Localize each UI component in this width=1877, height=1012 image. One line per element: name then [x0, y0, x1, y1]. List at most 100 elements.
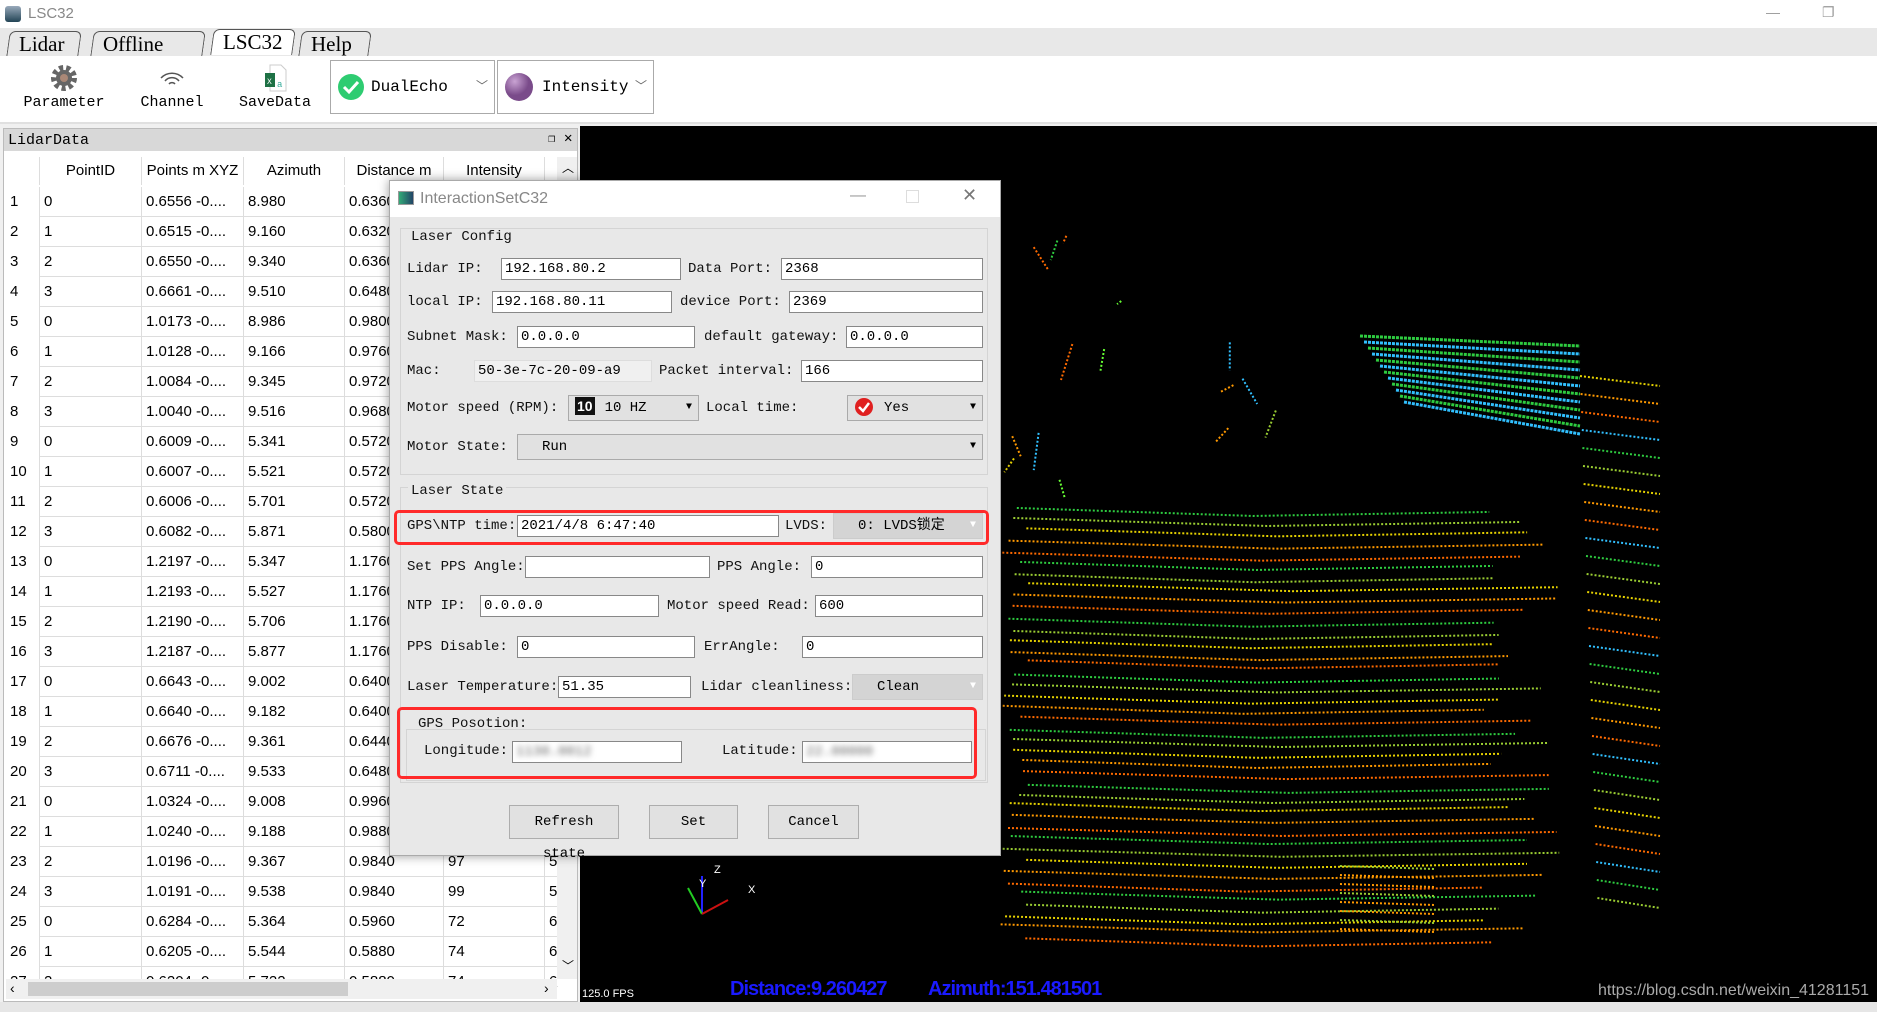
table-cell: 1.2193 -0....: [142, 577, 244, 607]
motor-state-select[interactable]: Run ▼: [517, 434, 983, 460]
scan-line: [1220, 384, 1234, 393]
distance-readout: Distance:9.260427: [730, 978, 887, 1000]
scan-line: [1022, 770, 1549, 781]
row-number: 3: [6, 247, 40, 277]
column-header[interactable]: PointID: [40, 157, 142, 185]
lidar-ip-field[interactable]: 192.168.80.2: [501, 258, 681, 280]
scan-line: [1590, 699, 1661, 711]
scrollbar-thumb[interactable]: [28, 982, 348, 996]
parameter-button[interactable]: Parameter: [14, 62, 114, 111]
packet-interval-field[interactable]: 166: [801, 360, 983, 382]
toolbar: Parameter Channel Xa SaveData DualEcho ﹀…: [0, 56, 1877, 124]
table-cell: 1: [40, 457, 142, 487]
tab-lsc32[interactable]: LSC32: [210, 29, 296, 55]
table-cell: 2: [40, 247, 142, 277]
default-gateway-field[interactable]: 0.0.0.0: [846, 326, 983, 348]
chevron-down-icon: ﹀: [475, 80, 488, 94]
scan-line: [1026, 903, 1499, 914]
horizontal-scrollbar[interactable]: ‹ ›: [6, 979, 557, 999]
close-icon[interactable]: ✕: [564, 130, 572, 147]
table-cell: 0.6082 -0....: [142, 517, 244, 547]
scan-line: [1020, 715, 1532, 726]
subnet-mask-field[interactable]: 0.0.0.0: [517, 326, 695, 348]
column-header[interactable]: Azimuth: [244, 157, 345, 185]
channel-label: Channel: [140, 94, 204, 111]
scan-line: [1241, 378, 1259, 405]
scroll-up-icon[interactable]: ︿: [562, 159, 574, 176]
savedata-button[interactable]: Xa SaveData: [232, 62, 318, 111]
maximize-button[interactable]: [906, 190, 919, 203]
device-port-field[interactable]: 2369: [789, 291, 983, 313]
set-button[interactable]: Set: [649, 805, 738, 839]
scan-line: [1584, 519, 1661, 531]
float-panel-icon[interactable]: ❐: [548, 131, 555, 146]
table-cell: 2: [40, 727, 142, 757]
column-header[interactable]: Points m XYZ: [142, 157, 244, 185]
table-cell: 0.6006 -0....: [142, 487, 244, 517]
table-cell: 1: [40, 217, 142, 247]
refresh-state-button[interactable]: Refresh state: [509, 805, 619, 862]
table-row[interactable]: 25 0 0.6284 -0.... 5.364 0.5960 72 6: [6, 907, 559, 937]
scan-line: [1596, 861, 1661, 873]
row-number: 11: [6, 487, 40, 517]
data-port-field[interactable]: 2368: [781, 258, 983, 280]
column-header[interactable]: [6, 157, 40, 185]
scan-line: [1027, 783, 1549, 794]
wifi-signal-icon: [132, 62, 212, 94]
table-cell: 0.6676 -0....: [142, 727, 244, 757]
latitude-field[interactable]: 22.00000: [802, 741, 972, 763]
longitude-field[interactable]: 1130.0012: [512, 741, 682, 763]
channel-button[interactable]: Channel: [132, 62, 212, 111]
table-cell: 1.0084 -0....: [142, 367, 244, 397]
scan-line: [1005, 915, 1484, 926]
azimuth-readout: Azimuth:151.481501: [928, 978, 1102, 1000]
minimize-button[interactable]: —: [850, 187, 866, 205]
tab-help[interactable]: Help: [298, 31, 372, 57]
scan-line: [1011, 813, 1535, 824]
parameter-label: Parameter: [23, 94, 105, 111]
tab-lidar[interactable]: Lidar: [6, 31, 82, 57]
table-cell: 0.6284 -0....: [142, 907, 244, 937]
color-mode-select[interactable]: Intensity ﹀: [497, 60, 654, 114]
table-row[interactable]: 26 1 0.6205 -0.... 5.544 0.5880 74 6: [6, 937, 559, 967]
local-time-select[interactable]: Yes ▼: [847, 395, 983, 421]
table-cell: 0: [40, 667, 142, 697]
scan-line: [1002, 847, 1560, 858]
table-cell: 9.008: [244, 787, 345, 817]
color-mode-value: Intensity: [542, 78, 629, 96]
scan-line: [1022, 758, 1491, 769]
scroll-right-icon[interactable]: ›: [544, 980, 549, 996]
row-number: 1: [6, 187, 40, 217]
scan-line: [1585, 555, 1661, 567]
table-cell: 0: [40, 547, 142, 577]
scan-line: [1010, 651, 1509, 662]
minimize-button[interactable]: —: [1766, 4, 1780, 20]
mac-field[interactable]: 50-3e-7c-20-09-a9: [474, 360, 652, 382]
local-ip-field[interactable]: 192.168.80.11: [492, 291, 672, 313]
lidar-ip-label: Lidar IP:: [407, 261, 483, 277]
packet-interval-label: Packet interval:: [659, 363, 794, 379]
laser-config-title: Laser Config: [408, 229, 515, 245]
restore-button[interactable]: ❐: [1822, 4, 1835, 21]
scan-line: [1008, 539, 1543, 550]
scroll-left-icon[interactable]: ‹: [10, 980, 15, 996]
scan-line: [1596, 879, 1661, 891]
gps-time-highlight: [394, 510, 989, 545]
table-cell: 3: [40, 877, 142, 907]
table-cell: 1: [40, 337, 142, 367]
motor-speed-select[interactable]: 10 10 HZ ▼: [568, 395, 699, 421]
tab-offline[interactable]: Offline: [90, 31, 206, 57]
table-cell: 2: [40, 847, 142, 877]
scan-line: [1019, 793, 1525, 804]
scan-line: [1579, 375, 1661, 387]
svg-text:X: X: [267, 78, 272, 87]
cancel-button[interactable]: Cancel: [768, 805, 859, 839]
dialog-title: InteractionSetC32: [420, 190, 549, 207]
row-number: 19: [6, 727, 40, 757]
scroll-down-icon[interactable]: ﹀: [562, 957, 574, 974]
table-cell: 3: [40, 637, 142, 667]
echo-mode-select[interactable]: DualEcho ﹀: [330, 60, 495, 114]
table-row[interactable]: 24 3 1.0191 -0.... 9.538 0.9840 99 5: [6, 877, 559, 907]
scan-line: [1012, 683, 1541, 694]
close-button[interactable]: ✕: [962, 185, 977, 206]
